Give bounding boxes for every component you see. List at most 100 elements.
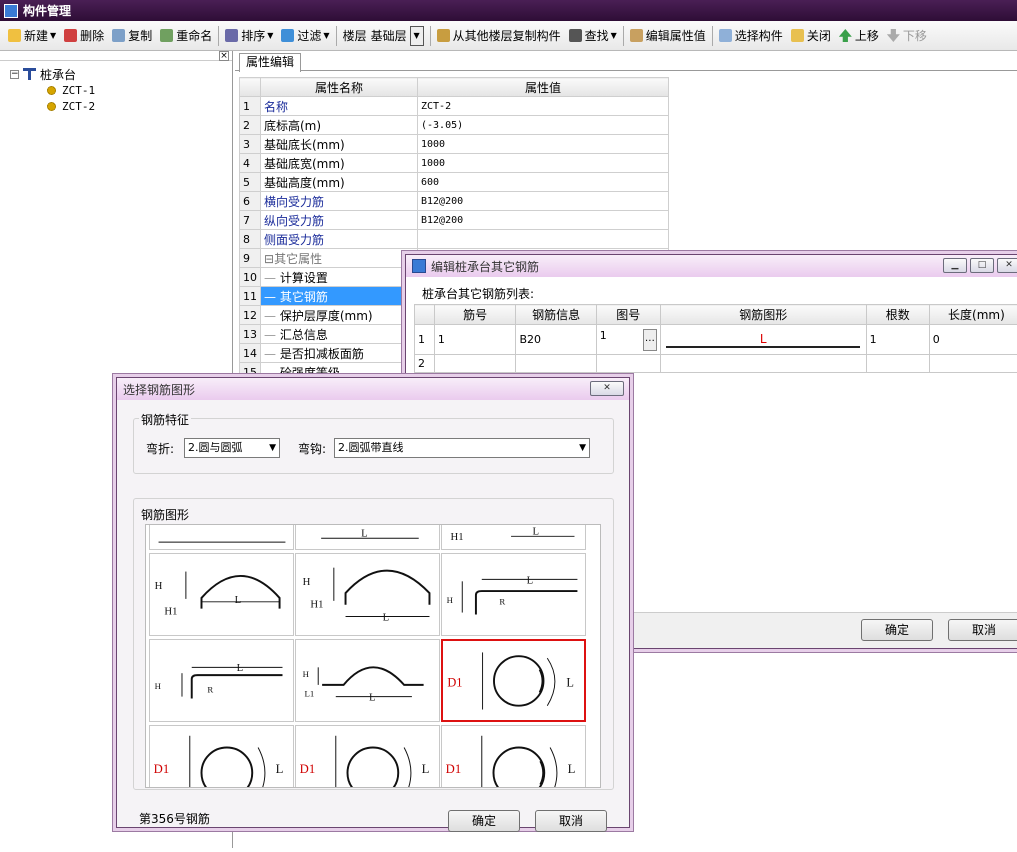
- prop-value[interactable]: (-3.05): [417, 115, 669, 135]
- sort-label: 排序: [241, 29, 266, 43]
- close-icon[interactable]: ×: [219, 51, 229, 61]
- close-button[interactable]: 关闭: [787, 24, 835, 48]
- rebar-shape-option[interactable]: L: [295, 525, 440, 550]
- prop-value[interactable]: [417, 229, 669, 249]
- rebar-shape-cell[interactable]: [659, 354, 867, 373]
- dialog-titlebar: 选择钢筋图形 ✕: [117, 378, 629, 400]
- prop-value[interactable]: B12@200: [417, 191, 669, 211]
- tree-item[interactable]: ZCT-2: [47, 98, 95, 114]
- floor-dropdown-arrow-icon[interactable]: ▼: [409, 25, 424, 46]
- move-up-button[interactable]: 上移: [835, 24, 883, 48]
- select-rebar-shape-dialog: 选择钢筋图形 ✕ 钢筋特征 弯折: 2.圆与圆弧 ▼ 弯钩: 2.圆弧带直线 ▼ 钢…: [116, 377, 630, 832]
- binoculars-icon: [568, 29, 582, 42]
- prop-value[interactable]: B12@200: [417, 210, 669, 230]
- new-button[interactable]: 新建 ▼: [4, 24, 60, 48]
- prop-value[interactable]: 600: [417, 172, 669, 192]
- cancel-button[interactable]: 取消: [948, 619, 1017, 641]
- col-header: 图号: [595, 304, 661, 325]
- rebar-shape-option[interactable]: H L R: [441, 553, 586, 636]
- tab-property-edit[interactable]: 属性编辑: [239, 53, 302, 72]
- prop-value[interactable]: ZCT-2: [417, 96, 669, 116]
- floor-selector[interactable]: 楼层 基础层 ▼: [339, 24, 428, 48]
- ok-button[interactable]: 确定: [448, 810, 520, 832]
- bend-select[interactable]: 2.圆与圆弧 ▼: [184, 438, 280, 458]
- close-icon[interactable]: ✕: [997, 258, 1017, 273]
- table-row[interactable]: 2 底标高(m) (-3.05): [239, 115, 669, 135]
- count-cell[interactable]: [865, 354, 930, 373]
- arrow-up-icon: [838, 29, 852, 42]
- rebar-info-cell[interactable]: B20: [515, 324, 597, 355]
- component-icon: [47, 85, 56, 95]
- length-cell[interactable]: [928, 354, 1017, 373]
- row-number: 14: [239, 343, 261, 363]
- row-number: 2: [414, 354, 435, 373]
- filter-label: 过滤: [297, 29, 322, 43]
- table-row[interactable]: 2: [414, 354, 1017, 373]
- copy-from-floor-button[interactable]: 从其他楼层复制构件: [433, 24, 565, 48]
- tree-item[interactable]: ZCT-1: [47, 82, 95, 98]
- row-number: 7: [239, 210, 261, 230]
- row-num-header: [414, 304, 435, 325]
- edit-props-button[interactable]: 编辑属性值: [626, 24, 710, 48]
- rebar-shape-drawing: D1 L: [154, 735, 283, 787]
- find-button[interactable]: 查找 ▼: [565, 24, 621, 48]
- figure-no-cell[interactable]: 1…: [595, 324, 661, 355]
- figure-no-cell[interactable]: [595, 354, 661, 373]
- select-component-button[interactable]: 选择构件: [715, 24, 787, 48]
- table-row[interactable]: 6 横向受力筋 B12@200: [239, 191, 669, 211]
- collapse-icon[interactable]: ⊟: [264, 252, 274, 266]
- sort-button[interactable]: 排序 ▼: [221, 24, 277, 48]
- table-row[interactable]: 8 侧面受力筋: [239, 229, 669, 249]
- rebar-shape-option[interactable]: H L1 L: [295, 639, 440, 722]
- hook-select[interactable]: 2.圆弧带直线 ▼: [334, 438, 590, 458]
- ok-button[interactable]: 确定: [861, 619, 933, 641]
- prop-group[interactable]: ⊟其它属性: [260, 248, 418, 268]
- rebar-table: 筋号 钢筋信息 图号 钢筋图形 根数 长度(mm) 1 1 B20 1… L 1…: [414, 304, 1017, 373]
- table-row[interactable]: 1 名称 ZCT-2: [239, 96, 669, 116]
- shape-gallery: LH1LHH1LHH1LHLRHLRHL1LD1LD1LD1LD1L▲▼: [145, 524, 601, 788]
- svg-text:D1: D1: [447, 676, 462, 690]
- dialog-title: 编辑桩承台其它钢筋: [431, 259, 540, 274]
- collapse-icon[interactable]: −: [10, 69, 19, 79]
- rebar-no-cell[interactable]: [433, 354, 517, 373]
- cancel-button[interactable]: 取消: [535, 810, 607, 832]
- rebar-shape-option[interactable]: D1 L: [295, 725, 440, 787]
- rename-button[interactable]: 重命名: [156, 24, 216, 48]
- move-down-button[interactable]: 下移: [883, 24, 931, 48]
- minimize-icon[interactable]: ▁: [943, 258, 967, 273]
- svg-text:L: L: [527, 574, 534, 586]
- row-number: 3: [239, 134, 261, 154]
- dialog-body: 钢筋特征 弯折: 2.圆与圆弧 ▼ 弯钩: 2.圆弧带直线 ▼ 钢筋图形 L H1 L H…: [117, 400, 629, 832]
- copy-button[interactable]: 复制: [108, 24, 156, 48]
- toolbar-separator: [429, 25, 431, 46]
- rebar-shape-option[interactable]: H1 L: [441, 525, 586, 550]
- maximize-icon[interactable]: □: [970, 258, 994, 273]
- rebar-info-cell[interactable]: [515, 354, 597, 373]
- tree-root[interactable]: − 桩承台: [10, 66, 76, 82]
- table-row[interactable]: 3 基础底长(mm) 1000: [239, 134, 669, 154]
- delete-button[interactable]: 删除: [60, 24, 108, 48]
- rebar-shape-option[interactable]: D1 L: [149, 725, 294, 787]
- rebar-shape-option[interactable]: H H1 L: [149, 553, 294, 636]
- rebar-shape-option[interactable]: [149, 525, 294, 550]
- length-cell[interactable]: 0: [928, 324, 1017, 355]
- rebar-shape-drawing: H L R: [447, 574, 578, 615]
- table-row[interactable]: 1 1 B20 1… L 1 0: [414, 324, 1017, 355]
- table-row[interactable]: 5 基础高度(mm) 600: [239, 172, 669, 192]
- close-icon[interactable]: ✕: [590, 381, 624, 396]
- prop-value[interactable]: 1000: [417, 134, 669, 154]
- rebar-shape-option[interactable]: D1 L: [441, 725, 586, 787]
- rebar-shape-option[interactable]: H H1 L: [295, 553, 440, 636]
- window-titlebar: 构件管理: [0, 0, 1017, 21]
- browse-button[interactable]: …: [642, 328, 657, 351]
- rebar-no-cell[interactable]: 1: [433, 324, 517, 355]
- rebar-shape-cell[interactable]: L: [659, 324, 867, 355]
- table-row[interactable]: 4 基础底宽(mm) 1000: [239, 153, 669, 173]
- rebar-shape-option-selected[interactable]: D1 L: [441, 639, 586, 722]
- rebar-shape-option[interactable]: H L R: [149, 639, 294, 722]
- table-row[interactable]: 7 纵向受力筋 B12@200: [239, 210, 669, 230]
- svg-text:L1: L1: [305, 689, 315, 699]
- filter-button[interactable]: 过滤 ▼: [277, 24, 333, 48]
- count-cell[interactable]: 1: [865, 324, 930, 355]
- prop-value[interactable]: 1000: [417, 153, 669, 173]
